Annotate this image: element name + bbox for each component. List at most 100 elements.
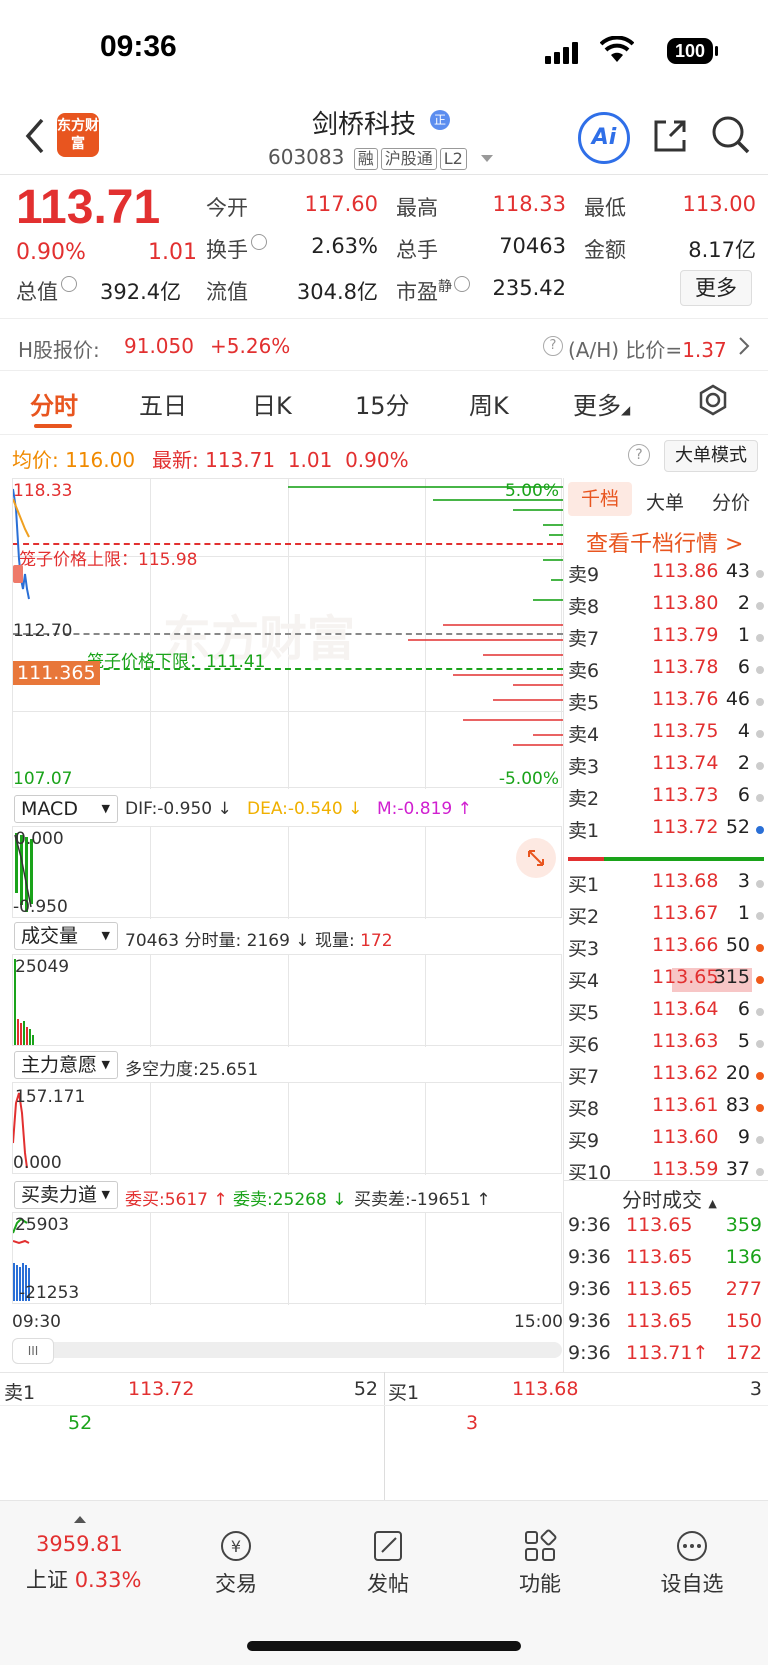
trade-volume: 136 — [725, 1246, 762, 1268]
avg-price-text: 均价: 116.00 — [12, 448, 136, 472]
bid-indicator-dot — [756, 1008, 764, 1016]
main-force-text: 多空力度:25.651 — [125, 1060, 259, 1080]
pe-value: 235.42 — [492, 276, 566, 300]
orderbook-tab-price[interactable]: 分价 — [712, 488, 750, 515]
ai-button[interactable]: Ai — [578, 112, 630, 164]
bid-row[interactable]: 买6 113.63 5 — [566, 1030, 766, 1060]
bid-row[interactable]: 买5 113.64 6 — [566, 998, 766, 1028]
orderbook-divider — [563, 478, 564, 1372]
ask-indicator-dot — [756, 698, 764, 706]
info-icon[interactable] — [61, 276, 77, 292]
bid-force-text: 委买:5617 ↑ — [125, 1190, 228, 1210]
ask-row[interactable]: 卖3 113.74 2 — [566, 752, 766, 782]
macd-chart[interactable]: 0.000 -0.950 — [12, 826, 562, 919]
bid-indicator-dot — [756, 1168, 764, 1176]
tab-more[interactable]: 更多◢ — [573, 386, 630, 421]
trade-nav-item[interactable]: ¥ 交易 — [206, 1528, 266, 1598]
ask-row[interactable]: 卖4 113.75 4 — [566, 720, 766, 750]
tab-15min[interactable]: 15分 — [355, 386, 410, 421]
tab-five-day[interactable]: 五日 — [139, 386, 187, 421]
share-icon[interactable] — [650, 116, 690, 160]
bid-row[interactable]: 买1 113.68 3 — [566, 870, 766, 900]
open-value: 117.60 — [304, 192, 378, 216]
tag-level2: L2 — [439, 148, 467, 170]
trade-row: 9:36 113.65 277 — [566, 1278, 766, 1308]
functions-nav-item[interactable]: 功能 — [510, 1528, 570, 1598]
divider — [0, 1405, 768, 1406]
ah-ratio[interactable]: (A/H) 比价=1.37 — [568, 334, 727, 363]
info-icon[interactable] — [454, 276, 470, 292]
back-button[interactable] — [22, 116, 52, 156]
main-force-selector[interactable]: 主力意愿 ▼ — [14, 1051, 118, 1079]
bid-level-label: 买7 — [568, 1066, 600, 1088]
bid-row[interactable]: 买8 113.61 83 — [566, 1094, 766, 1124]
ask-row[interactable]: 卖1 113.72 52 — [566, 816, 766, 846]
orderbook-tab-1000[interactable]: 千档 — [568, 482, 632, 516]
big-order-mode-button[interactable]: 大单模式 — [664, 440, 758, 472]
main-force-chart[interactable]: 157.171 0.000 — [12, 1082, 562, 1175]
trade-row: 9:36 113.65 150 — [566, 1310, 766, 1340]
intraday-chart[interactable]: 东方财富 118.33 5.00% 112.70 107.07 -5.00% 笼… — [12, 478, 563, 789]
bid-row[interactable]: 买2 113.67 1 — [566, 902, 766, 932]
ask-row[interactable]: 卖8 113.80 2 — [566, 592, 766, 622]
more-button[interactable]: 更多 — [680, 270, 752, 306]
info-icon[interactable] — [251, 234, 267, 250]
ask-volume: 2 — [737, 592, 750, 614]
bid-volume: 1 — [737, 902, 750, 924]
svg-text:¥: ¥ — [231, 1537, 241, 1556]
ask-row[interactable]: 卖9 113.86 43 — [566, 560, 766, 590]
high-value: 118.33 — [492, 192, 566, 216]
orderbook-tab-big[interactable]: 大单 — [646, 488, 684, 515]
status-time: 09:36 — [100, 30, 177, 63]
help-icon[interactable]: ? — [543, 336, 563, 356]
bid-ask-force-chart[interactable]: 25903 -21253 — [12, 1212, 562, 1305]
chart-scrollbar[interactable]: III — [12, 1338, 562, 1364]
latest-text: 最新: 113.71 1.01 0.90% — [152, 448, 409, 472]
price-marker — [13, 565, 23, 583]
trade-time: 9:36 — [568, 1246, 611, 1268]
ask-row[interactable]: 卖5 113.76 46 — [566, 688, 766, 718]
stock-name[interactable]: 剑桥科技 — [312, 104, 416, 141]
bid-row[interactable]: 买4 113.65 315 — [566, 966, 766, 996]
low-label: 最低 — [584, 196, 626, 220]
tab-intraday[interactable]: 分时 — [30, 386, 78, 421]
float-label: 流值 — [206, 280, 248, 304]
chevron-down-icon[interactable] — [481, 155, 494, 162]
expand-icon[interactable] — [516, 838, 556, 878]
bid-ask-top-label: 25903 — [15, 1215, 70, 1235]
ask-row[interactable]: 卖2 113.73 6 — [566, 784, 766, 814]
trade-volume: 150 — [725, 1310, 762, 1332]
ask-level-label: 卖6 — [568, 660, 600, 682]
bid-ask-force-selector[interactable]: 买卖力道 ▼ — [14, 1181, 118, 1209]
hshare-label: H股报价: — [18, 338, 100, 362]
tab-weekly-k[interactable]: 周K — [469, 386, 509, 421]
trades-title[interactable]: 分时成交 ▲ — [622, 1184, 717, 1213]
ask-indicator-dot — [756, 634, 764, 642]
bid-volume: 9 — [737, 1126, 750, 1148]
search-icon[interactable] — [710, 114, 752, 160]
tab-daily-k[interactable]: 日K — [252, 386, 292, 421]
reg-badge: 正 — [430, 110, 450, 130]
settings-icon[interactable] — [696, 383, 730, 421]
bid-indicator-dot — [756, 944, 764, 952]
post-nav-item[interactable]: 发帖 — [358, 1528, 418, 1598]
ask-force-text: 委卖:25268 ↓ — [233, 1190, 347, 1210]
y-max-label: 118.33 — [13, 481, 73, 501]
bid-row[interactable]: 买3 113.66 50 — [566, 934, 766, 964]
ask-price: 113.80 — [652, 592, 719, 614]
volume-chart[interactable]: 25049 — [12, 954, 562, 1047]
ask-row[interactable]: 卖6 113.78 6 — [566, 656, 766, 686]
help-icon[interactable]: ? — [628, 444, 650, 466]
chevron-right-icon[interactable] — [738, 336, 750, 360]
view-1000-level-link[interactable]: 查看千档行情 > — [586, 526, 743, 558]
ask-level-label: 卖9 — [568, 564, 600, 586]
macd-selector[interactable]: MACD ▼ — [14, 795, 118, 823]
volume-selector[interactable]: 成交量 ▼ — [14, 922, 118, 950]
ask-row[interactable]: 卖7 113.79 1 — [566, 624, 766, 654]
scroll-handle[interactable]: III — [12, 1338, 54, 1364]
add-watchlist-nav-item[interactable]: 设自选 — [656, 1528, 728, 1598]
bid-row[interactable]: 买9 113.60 9 — [566, 1126, 766, 1156]
edit-icon — [374, 1531, 402, 1561]
macd-m: M:-0.819 ↑ — [377, 799, 472, 819]
bid-row[interactable]: 买7 113.62 20 — [566, 1062, 766, 1092]
